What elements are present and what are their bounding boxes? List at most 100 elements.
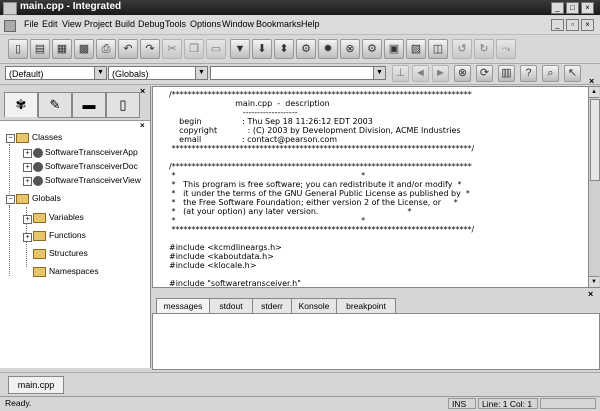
tab-stderr[interactable]: stderr xyxy=(252,298,292,314)
files-tab-icon[interactable]: ▬ xyxy=(72,92,106,118)
menu-window[interactable]: Window xyxy=(222,19,254,29)
step-icon[interactable]: ↺ xyxy=(452,39,472,59)
expand-icon[interactable]: + xyxy=(23,163,32,172)
tree-item-class[interactable]: SoftwareTransceiverDoc xyxy=(33,160,138,173)
title-bar[interactable]: main.cpp - Integrated _ □ × xyxy=(0,0,600,15)
doc-restore-button[interactable]: ▫ xyxy=(566,19,579,31)
close-button[interactable]: × xyxy=(581,2,594,14)
open-project-icon[interactable]: ▤ xyxy=(30,39,50,59)
refresh-icon[interactable]: ⟳ xyxy=(476,65,493,82)
code-line: email : contact@pearson.com xyxy=(169,135,338,144)
scroll-up-icon[interactable]: ▲ xyxy=(589,87,599,98)
cut-icon[interactable]: ✂ xyxy=(162,39,182,59)
goto-declaration-icon[interactable]: ⊥ xyxy=(392,65,409,82)
method-combo[interactable]: ▼ xyxy=(210,66,386,80)
tree-item-variables[interactable]: Variables xyxy=(33,211,84,224)
chevron-down-icon[interactable]: ▼ xyxy=(373,67,385,79)
tree-view-icon[interactable]: ▣ xyxy=(384,39,404,59)
close-panel-icon[interactable]: × xyxy=(140,86,145,96)
debug-icon[interactable]: ⚙ xyxy=(362,39,382,59)
collapse-icon[interactable]: − xyxy=(6,195,15,204)
back-icon[interactable]: ◄ xyxy=(412,65,429,82)
whats-this-icon[interactable]: ↖ xyxy=(564,65,581,82)
chevron-down-icon[interactable]: ▼ xyxy=(195,67,207,79)
tab-messages[interactable]: messages xyxy=(156,298,210,314)
paste-icon[interactable]: ▭ xyxy=(206,39,226,59)
new-file-icon[interactable]: ▯ xyxy=(8,39,28,59)
menu-view[interactable]: View xyxy=(62,19,81,29)
print-icon[interactable]: ⎙ xyxy=(96,39,116,59)
close-tree-icon[interactable]: × xyxy=(140,121,145,130)
stop-search-icon[interactable]: ⊗ xyxy=(454,65,471,82)
menu-tools[interactable]: Tools xyxy=(165,19,186,29)
tab-konsole[interactable]: Konsole xyxy=(291,298,337,314)
minimize-button[interactable]: _ xyxy=(551,2,564,14)
compile-settings-icon[interactable]: ⚙ xyxy=(296,39,316,59)
tree-item-namespaces[interactable]: Namespaces xyxy=(33,265,99,278)
copy-icon[interactable]: ❐ xyxy=(184,39,204,59)
menu-options[interactable]: Options xyxy=(190,19,221,29)
save-icon[interactable]: ▦ xyxy=(52,39,72,59)
expand-icon[interactable]: + xyxy=(23,177,32,186)
toggle-views-icon[interactable]: ◫ xyxy=(428,39,448,59)
rebuild-icon[interactable]: ⬍ xyxy=(274,39,294,59)
stop-icon[interactable]: ⊗ xyxy=(340,39,360,59)
tab-breakpoint[interactable]: breakpoint xyxy=(336,298,396,314)
help-icon[interactable]: ? xyxy=(520,65,537,82)
scrollbar-thumb[interactable] xyxy=(590,99,600,181)
build-icon[interactable]: ⬇ xyxy=(252,39,272,59)
menu-help[interactable]: Help xyxy=(301,19,320,29)
maximize-button[interactable]: □ xyxy=(566,2,579,14)
redo-icon[interactable]: ↷ xyxy=(140,39,160,59)
classes-tab-icon[interactable]: ✾ xyxy=(4,92,38,117)
chevron-down-icon[interactable]: ▼ xyxy=(94,67,106,79)
expand-icon[interactable]: + xyxy=(23,149,32,158)
globals-combo[interactable]: (Globals) ▼ xyxy=(108,66,208,80)
tree-item-classes[interactable]: Classes xyxy=(16,131,62,144)
compile-file-icon[interactable]: ▼ xyxy=(230,39,250,59)
undo-icon[interactable]: ↶ xyxy=(118,39,138,59)
close-output-icon[interactable]: × xyxy=(588,289,593,299)
code-line: #include <kcmdlineargs.h> xyxy=(169,243,282,252)
tab-stdout[interactable]: stdout xyxy=(209,298,253,314)
tree-item-globals[interactable]: Globals xyxy=(16,192,61,205)
close-editor-icon[interactable]: × xyxy=(589,76,594,86)
groups-tab-icon[interactable]: ✎ xyxy=(38,92,72,118)
editor-scrollbar[interactable]: ▲ ▼ xyxy=(588,86,600,288)
tab-main-cpp[interactable]: main.cpp xyxy=(8,376,64,394)
expand-icon[interactable]: + xyxy=(23,215,32,224)
code-editor[interactable]: /***************************************… xyxy=(152,86,590,288)
class-icon xyxy=(33,147,43,158)
tree-item-functions[interactable]: Functions xyxy=(33,229,86,242)
menu-file[interactable]: File xyxy=(24,19,39,29)
output-area[interactable] xyxy=(152,313,600,370)
book-icon[interactable]: ▥ xyxy=(498,65,515,82)
scope-combo[interactable]: (Default) ▼ xyxy=(5,66,107,80)
books-tab-icon[interactable]: ▯ xyxy=(106,92,140,118)
menu-edit[interactable]: Edit xyxy=(42,19,58,29)
search-icon[interactable]: ⌕ xyxy=(542,65,559,82)
tree-item-class[interactable]: SoftwareTransceiverView xyxy=(33,174,141,187)
doc-minimize-button[interactable]: _ xyxy=(551,19,564,31)
tree-item-structures[interactable]: Structures xyxy=(33,247,88,260)
app-menu-icon[interactable] xyxy=(4,20,16,32)
save-all-icon[interactable]: ▩ xyxy=(74,39,94,59)
menu-debug[interactable]: Debug xyxy=(138,19,165,29)
collapse-icon[interactable]: − xyxy=(6,134,15,143)
menu-build[interactable]: Build xyxy=(115,19,135,29)
scroll-down-icon[interactable]: ▼ xyxy=(589,276,599,287)
doc-close-button[interactable]: × xyxy=(581,19,594,31)
make-icon[interactable]: ✹ xyxy=(318,39,338,59)
expand-icon[interactable]: + xyxy=(23,233,32,242)
window-menu-icon[interactable] xyxy=(3,2,17,15)
code-line: /***************************************… xyxy=(169,90,472,99)
menu-bookmarks[interactable]: Bookmarks xyxy=(256,19,301,29)
menu-project[interactable]: Project xyxy=(84,19,112,29)
forward-icon[interactable]: ► xyxy=(432,65,449,82)
step-into-icon[interactable]: ⤳ xyxy=(496,39,516,59)
code-line: begin : Thu Sep 18 11:26:12 EDT 2003 xyxy=(169,117,373,126)
code-line: copyright : (C) 2003 by Development Divi… xyxy=(169,126,461,135)
step-over-icon[interactable]: ↻ xyxy=(474,39,494,59)
output-view-icon[interactable]: ▧ xyxy=(406,39,426,59)
tree-item-class[interactable]: SoftwareTransceiverApp xyxy=(33,146,138,159)
